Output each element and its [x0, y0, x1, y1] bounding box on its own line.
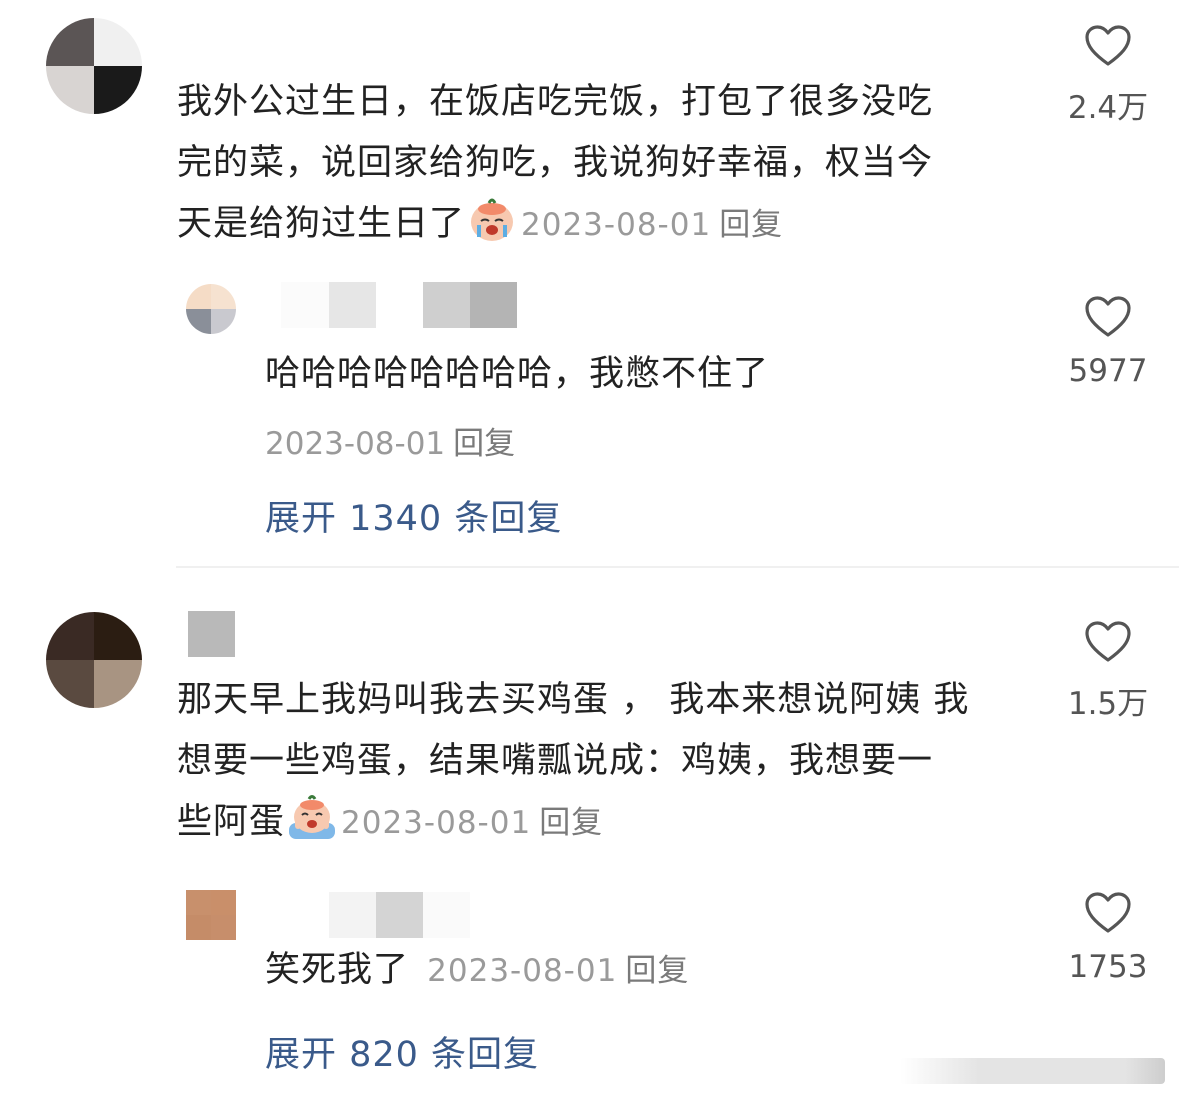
avatar[interactable]	[46, 18, 142, 114]
username-mosaic	[281, 282, 517, 328]
comment-line-text: 些阿蛋	[177, 802, 286, 842]
heart-outline-icon	[1085, 296, 1131, 337]
like-button[interactable]: 1753	[1053, 891, 1163, 985]
like-count: 1.5万	[1067, 686, 1149, 722]
expand-replies-link[interactable]: 展开 820 条回复	[265, 1026, 539, 1077]
crying-in-water-emoji	[289, 795, 336, 839]
comment-meta: 2023-08-01 回复	[521, 207, 783, 243]
comment-date: 2023-08-01	[341, 805, 532, 841]
reply-button[interactable]: 回复	[539, 805, 603, 841]
crying-face-emoji	[471, 198, 514, 241]
avatar[interactable]	[46, 612, 142, 708]
like-count: 2.4万	[1067, 90, 1149, 126]
heart-outline-icon	[1085, 892, 1131, 933]
watermark	[900, 1058, 1165, 1084]
reply-button[interactable]: 回复	[625, 953, 689, 989]
comment-line: 我外公过生日，在饭店吃完饭，打包了很多没吃	[177, 82, 934, 122]
reply-text: 哈哈哈哈哈哈哈哈，我憋不住了	[265, 354, 770, 394]
like-count: 1753	[1068, 949, 1148, 985]
username-mosaic	[329, 892, 470, 938]
avatar[interactable]	[186, 890, 236, 940]
comment-line: 那天早上我妈叫我去买鸡蛋 ， 我本来想说阿姨 我	[177, 680, 970, 720]
like-button[interactable]: 2.4万	[1053, 24, 1163, 127]
divider	[176, 566, 1179, 568]
like-count: 5977	[1068, 353, 1148, 389]
like-button[interactable]: 5977	[1053, 295, 1163, 389]
like-button[interactable]: 1.5万	[1053, 620, 1163, 723]
avatar[interactable]	[186, 284, 236, 334]
comment-line: 天是给狗过生日了 2023-08-01 回复	[177, 194, 1037, 256]
comment-line-text: 天是给狗过生日了	[177, 204, 466, 244]
reply-text-content: 笑死我了	[265, 950, 410, 990]
reply-date: 2023-08-01	[265, 426, 446, 462]
comment-text: 那天早上我妈叫我去买鸡蛋 ， 我本来想说阿姨 我 想要一些鸡蛋，结果嘴瓢说成：鸡…	[177, 670, 1037, 854]
reply-button[interactable]: 回复	[719, 207, 783, 243]
comment-text: 我外公过生日，在饭店吃完饭，打包了很多没吃 完的菜，说回家给狗吃，我说狗好幸福，…	[177, 72, 1037, 256]
reply-meta: 2023-08-01 回复	[265, 418, 515, 463]
username-mosaic	[188, 611, 235, 657]
comment-line: 些阿蛋 2023-08-01 回复	[177, 792, 1037, 854]
reply-meta: 2023-08-01 回复	[427, 953, 689, 989]
comment-line: 想要一些鸡蛋，结果嘴瓢说成：鸡姨，我想要一	[177, 741, 934, 781]
expand-replies-link[interactable]: 展开 1340 条回复	[265, 490, 562, 541]
comment-date: 2023-08-01	[521, 207, 712, 243]
reply-date: 2023-08-01	[427, 953, 618, 989]
heart-outline-icon	[1085, 621, 1131, 662]
heart-outline-icon	[1085, 25, 1131, 66]
comment-meta: 2023-08-01 回复	[341, 805, 603, 841]
reply-button[interactable]: 回复	[453, 426, 515, 462]
comment-line: 完的菜，说回家给狗吃，我说狗好幸福，权当今	[177, 143, 934, 183]
reply-text: 笑死我了 2023-08-01 回复	[265, 946, 689, 995]
